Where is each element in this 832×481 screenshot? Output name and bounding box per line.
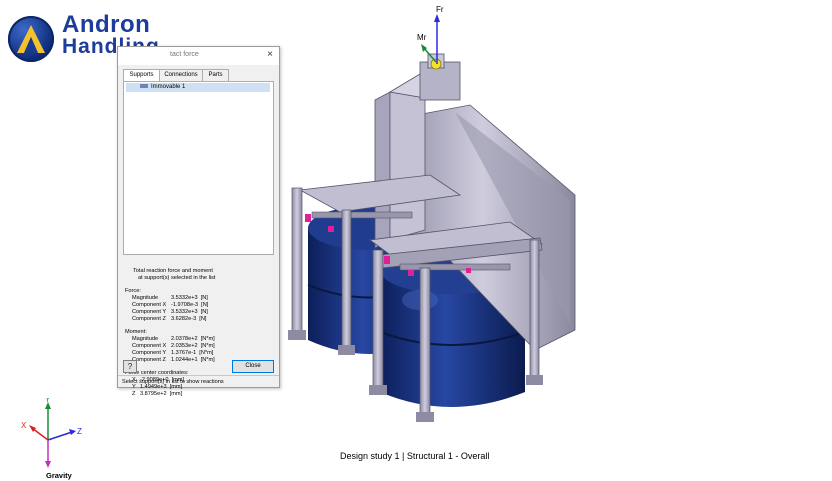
mr-label: Mr <box>417 33 427 42</box>
reaction-moment-arrow: Mr <box>417 33 437 63</box>
dialog-title-bar[interactable]: tact force × <box>118 47 279 65</box>
gravity-label: Gravity <box>46 471 73 480</box>
fr-label: Fr <box>436 5 444 14</box>
dialog-title: tact force <box>170 51 199 58</box>
moment-value: 1.0244e+1 [N*m] <box>171 357 215 363</box>
force-value: 3.5332e+3 [N] <box>171 295 208 301</box>
top-mount <box>419 53 461 101</box>
moment-label: Component Y <box>132 350 167 356</box>
moment-label: Component X <box>132 343 167 349</box>
center-label: Z <box>132 391 136 397</box>
axis-z-label: Z <box>77 427 82 436</box>
force-heading: Force: <box>125 288 141 294</box>
logo-line-1: Andron <box>62 11 151 38</box>
force-label: Magnitude <box>132 295 159 301</box>
help-button[interactable]: ? <box>123 360 137 373</box>
moment-value: 2.0353e+2 [N*m] <box>171 343 215 349</box>
support-icon <box>140 84 148 89</box>
status-text: Select support(s) in list to show reacti… <box>122 379 224 385</box>
list-item-label: Immovable 1 <box>151 84 186 90</box>
tab-connections[interactable]: Connections <box>159 69 203 81</box>
tab-parts[interactable]: Parts <box>202 69 229 81</box>
close-icon[interactable]: × <box>267 49 273 60</box>
list-item[interactable]: Immovable 1 <box>126 83 270 92</box>
force-label: Component Z <box>132 316 166 322</box>
logo-emblem-icon <box>8 16 54 62</box>
moment-value: 1.3767e-1 [N*m] <box>171 350 214 356</box>
moment-heading: Moment: <box>125 329 147 335</box>
moment-value: 2.0378e+2 [N*m] <box>171 336 215 342</box>
axis-x-label: X <box>21 421 27 430</box>
force-value: -1.9708e-3 [N] <box>171 302 209 308</box>
force-label: Component Y <box>132 309 167 315</box>
force-label: Component X <box>132 302 167 308</box>
close-button[interactable]: Close <box>232 360 274 373</box>
results-intro-1: Total reaction force and moment <box>133 268 213 274</box>
force-value: 3.6282e-3 [N] <box>171 316 207 322</box>
force-value: 3.5332e+3 [N] <box>171 309 208 315</box>
study-caption: Design study 1 | Structural 1 - Overall <box>340 451 490 461</box>
status-bar: Select support(s) in list to show reacti… <box>118 375 279 388</box>
moment-label: Component Z <box>132 357 166 363</box>
gripper-3d-model[interactable]: Fr Mr <box>280 0 600 430</box>
reaction-force-dialog: tact force × Supports Connections Parts … <box>117 46 280 397</box>
supports-list[interactable]: Immovable 1 <box>123 81 274 255</box>
moment-label: Magnitude <box>132 336 159 342</box>
center-value: 3.8795e+2 [mm] <box>140 391 183 397</box>
axis-y-label: Y <box>45 398 51 404</box>
results-intro-2: at support(s) selected in the list <box>138 275 216 281</box>
axis-triad: Y Z X Gravity <box>21 398 82 480</box>
